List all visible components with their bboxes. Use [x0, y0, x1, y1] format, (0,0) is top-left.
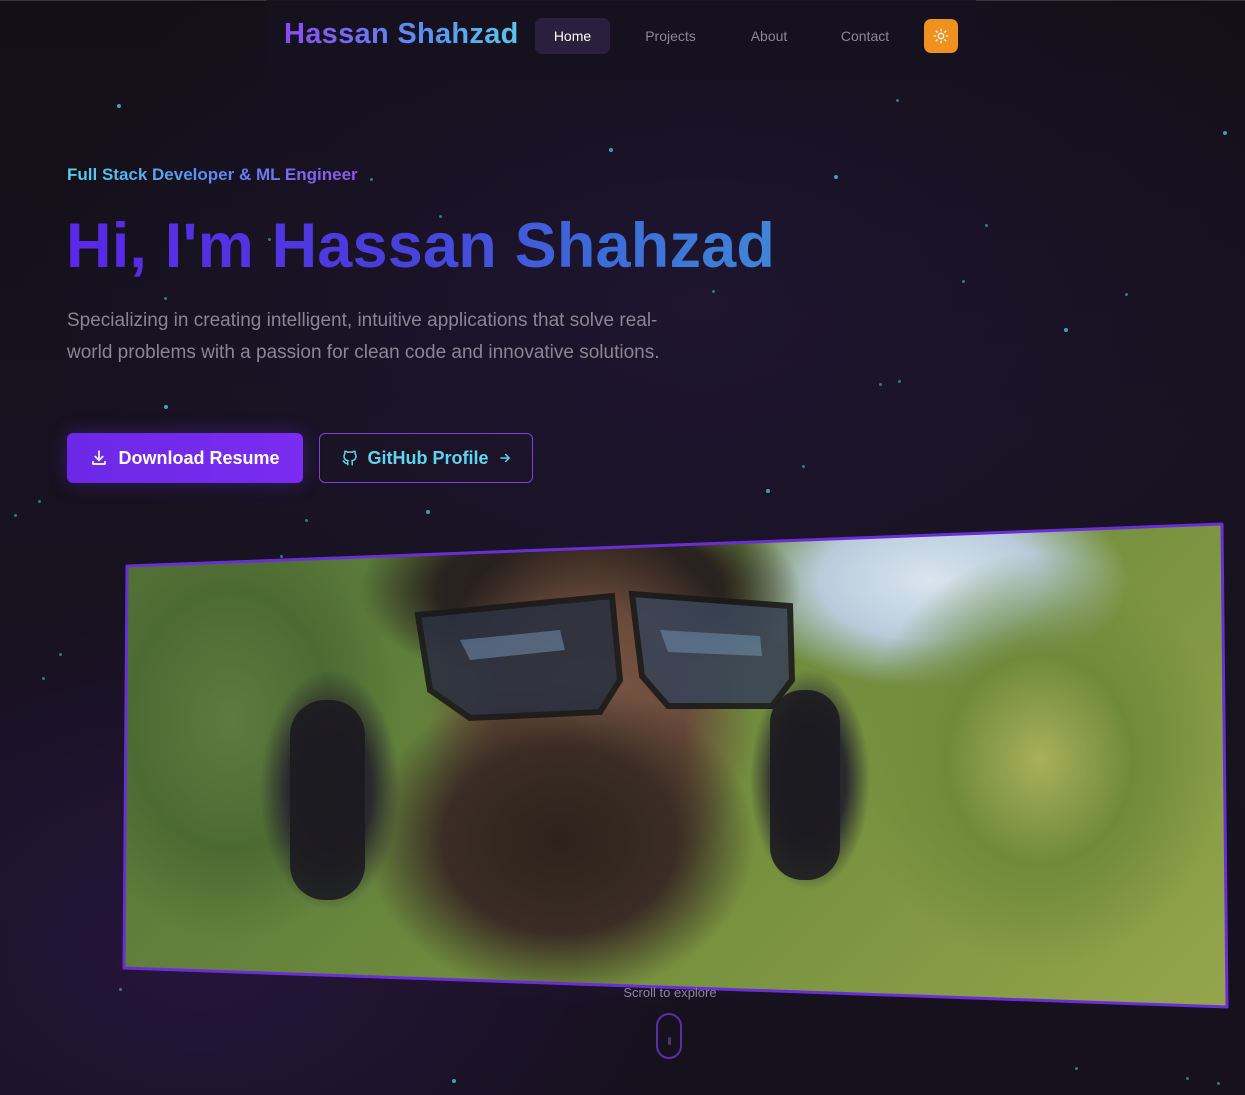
scroll-hint-text: Scroll to explore — [623, 985, 717, 1000]
sunglasses-shape — [414, 590, 796, 722]
portfolio-page: Hassan Shahzad Home Projects About Conta… — [0, 0, 1245, 1095]
scroll-mouse-icon[interactable] — [656, 1013, 682, 1059]
profile-photo-card — [0, 0, 1245, 1095]
mouse-wheel — [668, 1037, 671, 1045]
photo-card-border — [122, 522, 1229, 1009]
